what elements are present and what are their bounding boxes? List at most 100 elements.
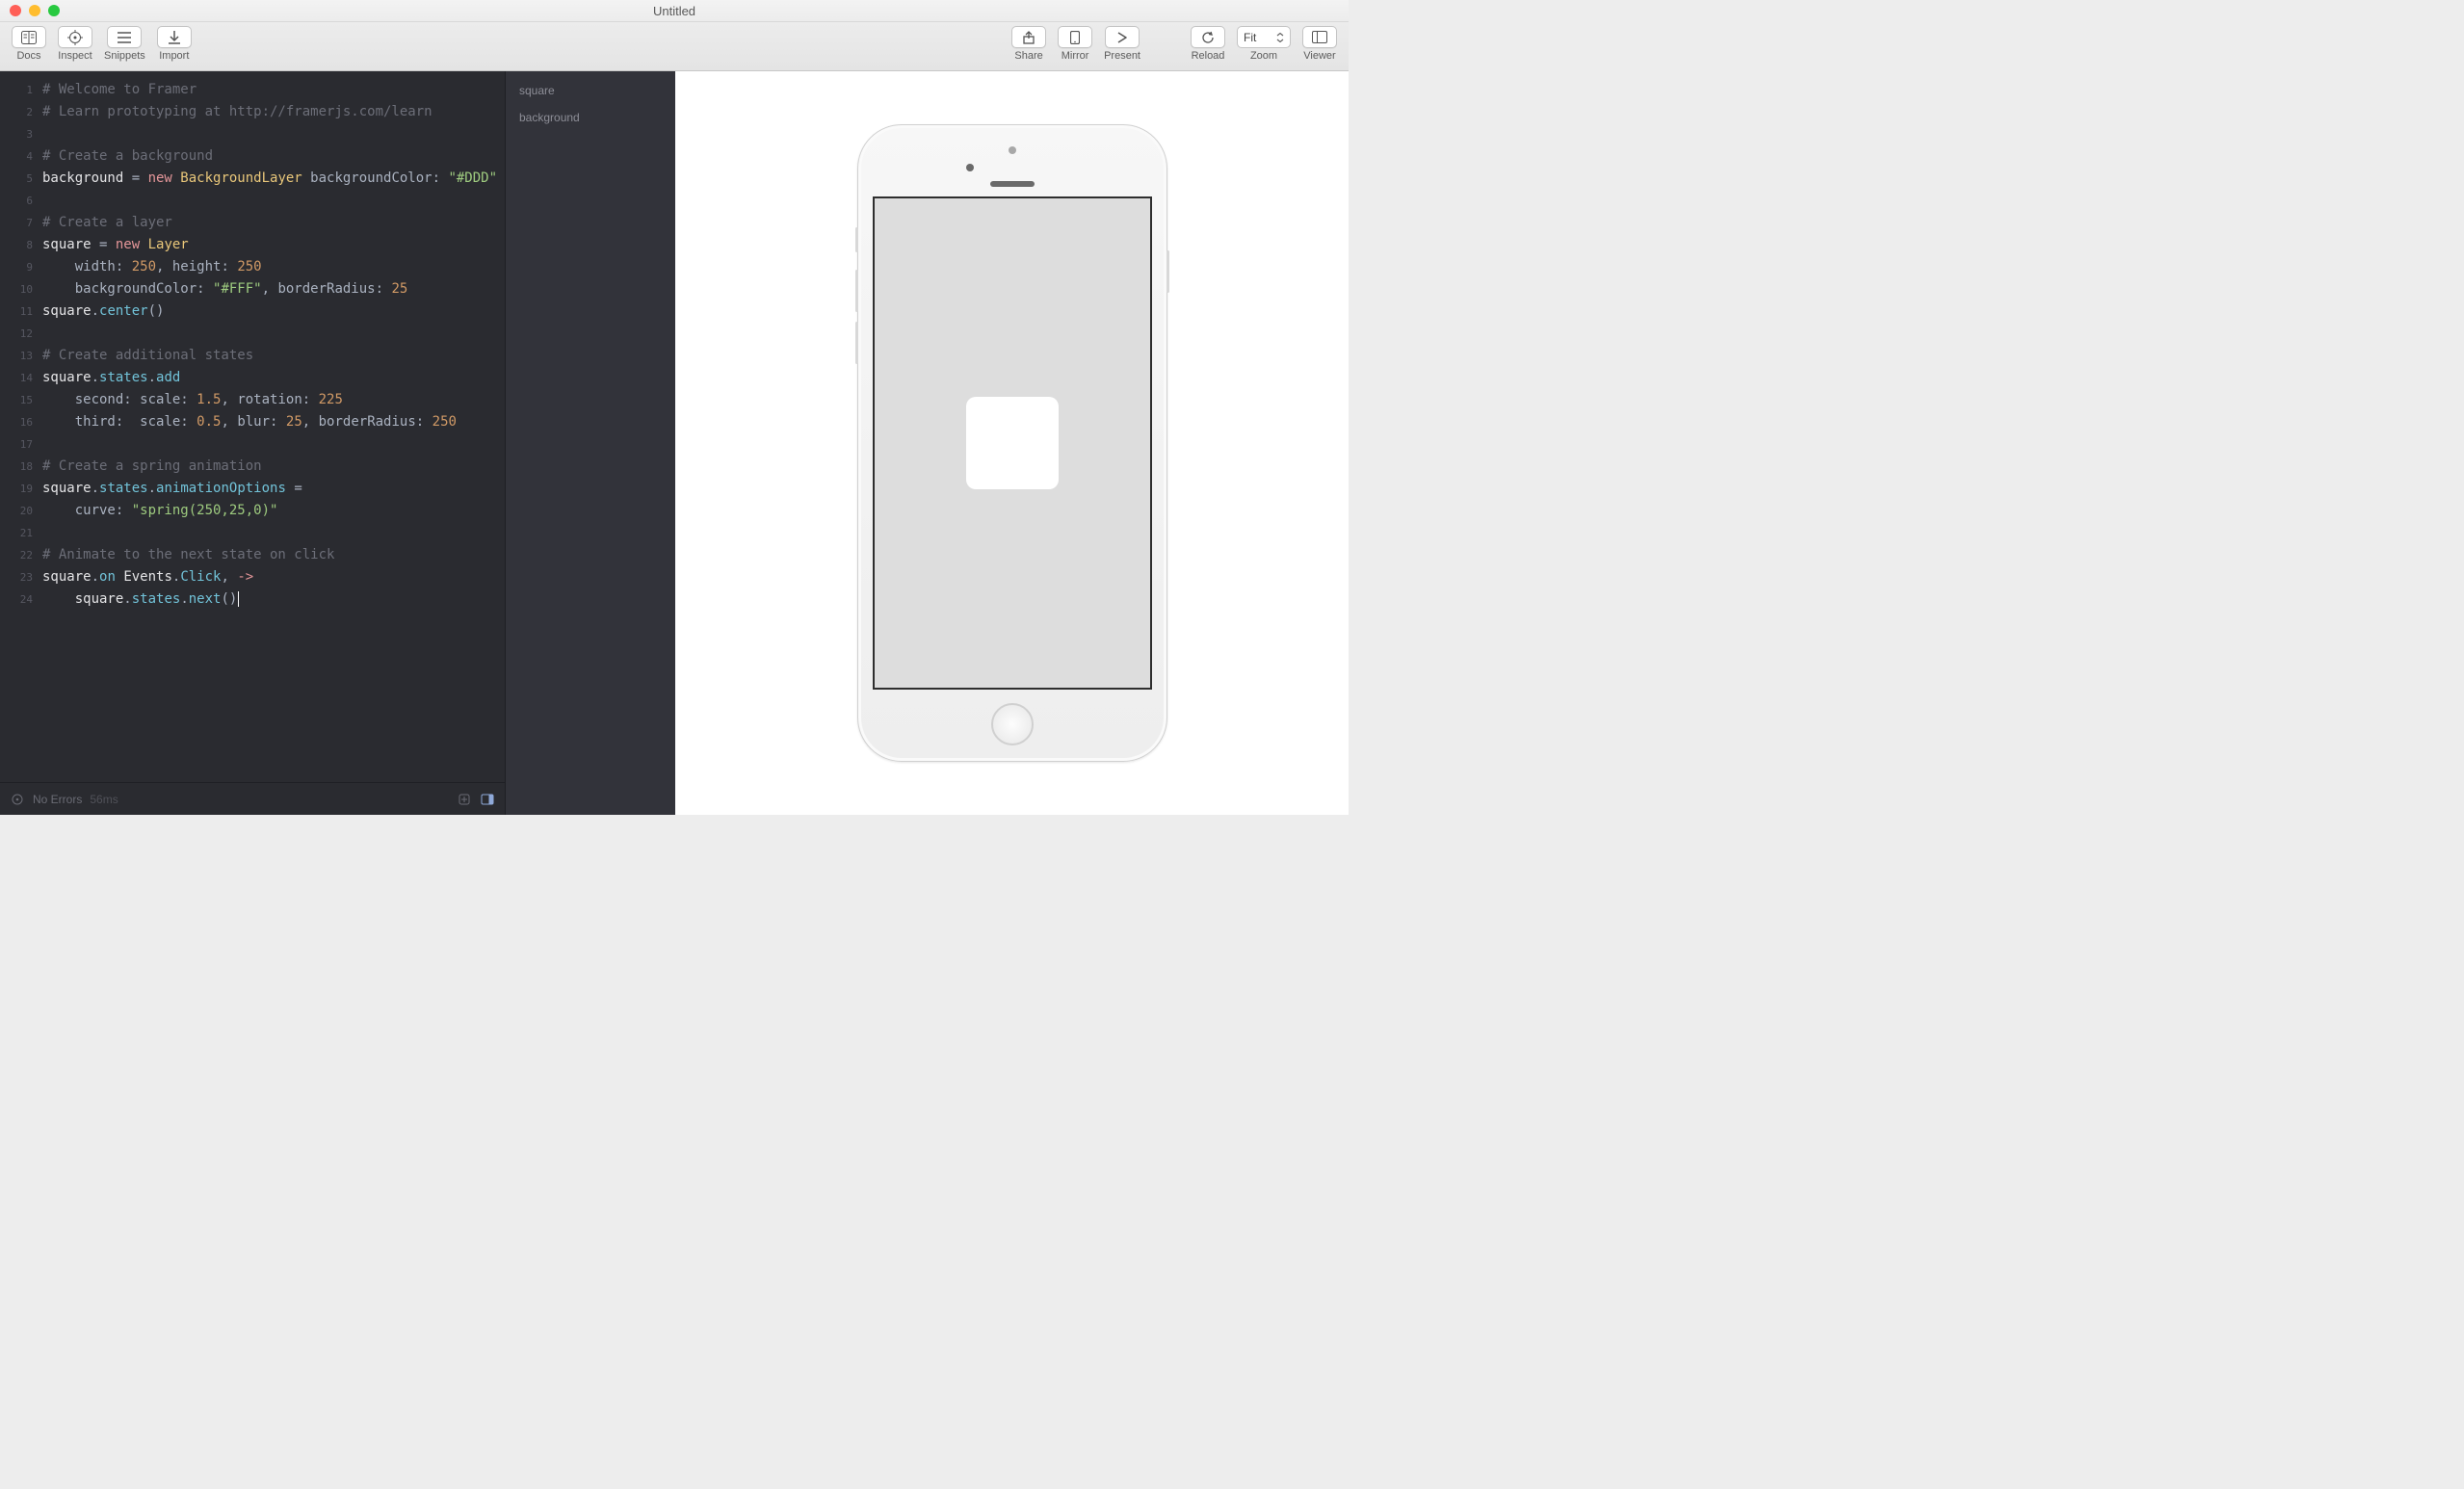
- line-number: 23: [0, 566, 42, 588]
- code-line[interactable]: 21: [0, 522, 505, 544]
- viewer-toolbar-item[interactable]: Viewer: [1297, 22, 1343, 70]
- docs-icon: [21, 31, 37, 44]
- code-content: # Welcome to Framer: [42, 79, 197, 101]
- line-number: 3: [0, 123, 42, 145]
- reload-button[interactable]: [1191, 26, 1225, 48]
- mirror-label: Mirror: [1062, 50, 1089, 62]
- import-button[interactable]: [157, 26, 192, 48]
- layer-item-background[interactable]: background: [506, 104, 675, 131]
- share-icon: [1023, 31, 1035, 44]
- line-number: 7: [0, 212, 42, 234]
- code-content: square.center(): [42, 300, 164, 323]
- line-number: 1: [0, 79, 42, 101]
- present-toolbar-item[interactable]: Present: [1098, 22, 1146, 70]
- code-content: square.states.next(): [42, 588, 239, 611]
- reload-label: Reload: [1192, 50, 1225, 62]
- layer-item-square[interactable]: square: [506, 77, 675, 104]
- share-button[interactable]: [1011, 26, 1046, 48]
- snippets-button[interactable]: [107, 26, 142, 48]
- docs-button[interactable]: [12, 26, 46, 48]
- preview-square-layer[interactable]: [966, 397, 1059, 489]
- line-number: 13: [0, 345, 42, 367]
- line-number: 11: [0, 300, 42, 323]
- import-toolbar-item[interactable]: Import: [151, 22, 197, 70]
- viewer-button[interactable]: [1302, 26, 1337, 48]
- reload-icon: [1201, 31, 1215, 44]
- line-number: 16: [0, 411, 42, 433]
- code-line[interactable]: 22# Animate to the next state on click: [0, 544, 505, 566]
- zoom-select[interactable]: Fit: [1237, 26, 1291, 48]
- minimize-window-button[interactable]: [29, 5, 40, 16]
- device-screen[interactable]: [873, 196, 1152, 690]
- share-toolbar-item[interactable]: Share: [1006, 22, 1052, 70]
- code-line[interactable]: 13# Create additional states: [0, 345, 505, 367]
- line-number: 9: [0, 256, 42, 278]
- code-line[interactable]: 4# Create a background: [0, 145, 505, 168]
- panel-toggle-icon[interactable]: [480, 792, 495, 807]
- main-content: 1# Welcome to Framer2# Learn prototyping…: [0, 71, 1349, 815]
- window-title: Untitled: [653, 4, 695, 18]
- status-errors: No Errors: [33, 793, 82, 806]
- code-line[interactable]: 6: [0, 190, 505, 212]
- code-line[interactable]: 20 curve: "spring(250,25,0)": [0, 500, 505, 522]
- phone-speaker-icon: [990, 181, 1035, 187]
- code-line[interactable]: 8square = new Layer: [0, 234, 505, 256]
- line-number: 12: [0, 323, 42, 345]
- code-line[interactable]: 24 square.states.next(): [0, 588, 505, 611]
- code-line[interactable]: 10 backgroundColor: "#FFF", borderRadius…: [0, 278, 505, 300]
- text-cursor: [238, 591, 239, 607]
- snippets-label: Snippets: [104, 50, 145, 62]
- reload-toolbar-item[interactable]: Reload: [1185, 22, 1231, 70]
- status-time: 56ms: [90, 793, 118, 806]
- code-line[interactable]: 19square.states.animationOptions =: [0, 478, 505, 500]
- code-line[interactable]: 7# Create a layer: [0, 212, 505, 234]
- toolbar: Docs Inspect Snippets Import Share: [0, 22, 1349, 71]
- code-line[interactable]: 3: [0, 123, 505, 145]
- present-label: Present: [1104, 50, 1140, 62]
- code-content: width: 250, height: 250: [42, 256, 262, 278]
- code-line[interactable]: 1# Welcome to Framer: [0, 79, 505, 101]
- code-content: # Create a layer: [42, 212, 172, 234]
- zoom-toolbar-item[interactable]: Fit Zoom: [1231, 22, 1297, 70]
- code-line[interactable]: 16 third: scale: 0.5, blur: 25, borderRa…: [0, 411, 505, 433]
- status-target-icon: [10, 792, 25, 807]
- present-button[interactable]: [1105, 26, 1140, 48]
- mirror-toolbar-item[interactable]: Mirror: [1052, 22, 1098, 70]
- snippets-toolbar-item[interactable]: Snippets: [98, 22, 151, 70]
- code-line[interactable]: 12: [0, 323, 505, 345]
- code-line[interactable]: 2# Learn prototyping at http://framerjs.…: [0, 101, 505, 123]
- inspect-button[interactable]: [58, 26, 92, 48]
- line-number: 2: [0, 101, 42, 123]
- mirror-button[interactable]: [1058, 26, 1092, 48]
- phone-camera-icon: [966, 164, 974, 171]
- line-number: 22: [0, 544, 42, 566]
- line-number: 17: [0, 433, 42, 456]
- play-icon: [1117, 32, 1127, 43]
- code-line[interactable]: 18# Create a spring animation: [0, 456, 505, 478]
- code-editor[interactable]: 1# Welcome to Framer2# Learn prototyping…: [0, 71, 505, 782]
- zoom-value: Fit: [1244, 31, 1256, 44]
- close-window-button[interactable]: [10, 5, 21, 16]
- code-line[interactable]: 14square.states.add: [0, 367, 505, 389]
- add-icon[interactable]: [457, 792, 472, 807]
- code-line[interactable]: 17: [0, 433, 505, 456]
- inspect-toolbar-item[interactable]: Inspect: [52, 22, 98, 70]
- phone-icon: [1070, 31, 1080, 44]
- code-content: background = new BackgroundLayer backgro…: [42, 168, 497, 190]
- code-line[interactable]: 9 width: 250, height: 250: [0, 256, 505, 278]
- code-line[interactable]: 23square.on Events.Click, ->: [0, 566, 505, 588]
- code-line[interactable]: 11square.center(): [0, 300, 505, 323]
- zoom-label: Zoom: [1250, 50, 1277, 62]
- phone-sensor-icon: [1009, 146, 1016, 154]
- code-content: second: scale: 1.5, rotation: 225: [42, 389, 343, 411]
- code-line[interactable]: 5background = new BackgroundLayer backgr…: [0, 168, 505, 190]
- phone-volume-up: [855, 270, 858, 312]
- code-content: # Create additional states: [42, 345, 253, 367]
- docs-toolbar-item[interactable]: Docs: [6, 22, 52, 70]
- editor-status-bar: No Errors 56ms: [0, 782, 505, 815]
- line-number: 8: [0, 234, 42, 256]
- code-line[interactable]: 15 second: scale: 1.5, rotation: 225: [0, 389, 505, 411]
- maximize-window-button[interactable]: [48, 5, 60, 16]
- code-content: square.on Events.Click, ->: [42, 566, 253, 588]
- layout-icon: [1312, 31, 1327, 43]
